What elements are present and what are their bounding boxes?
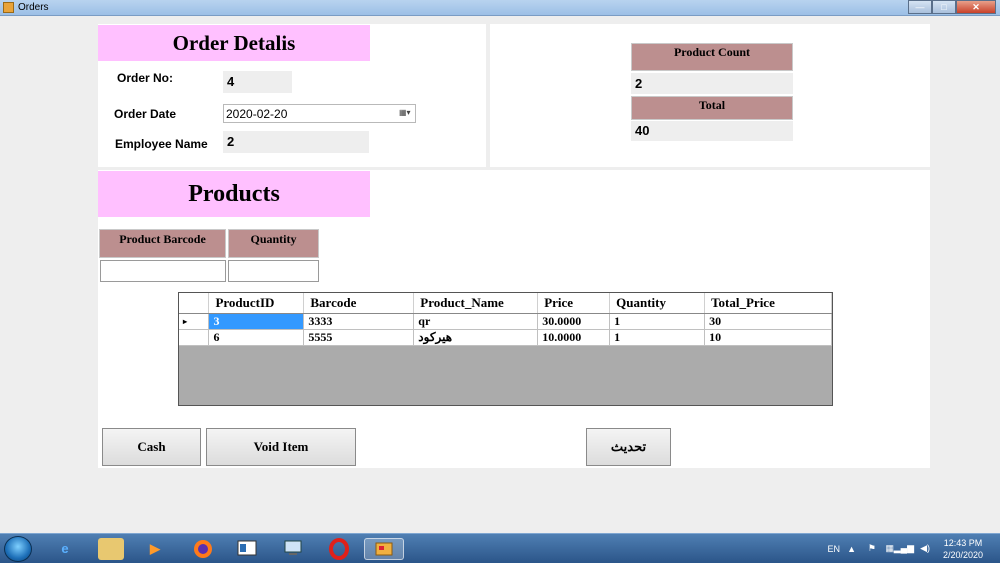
table-row[interactable]: ▸ 3 3333 qr 30.0000 1 30: [179, 313, 832, 330]
total-field[interactable]: 40: [631, 121, 793, 141]
app-window-icon[interactable]: [234, 538, 260, 560]
language-indicator[interactable]: EN: [827, 544, 840, 554]
table-cell[interactable]: 30: [704, 313, 832, 330]
table-cell[interactable]: 1: [609, 313, 706, 330]
start-orb-icon[interactable]: [4, 536, 32, 562]
table-cell[interactable]: 10: [704, 329, 832, 346]
table-cell[interactable]: 3333: [303, 313, 415, 330]
total-header: Total: [631, 96, 793, 120]
table-cell[interactable]: 10.0000: [537, 329, 611, 346]
table-cell[interactable]: 1: [609, 329, 706, 346]
table-row[interactable]: 6 5555 هيركود 10.0000 1 10: [179, 329, 832, 346]
row-header-cell[interactable]: [179, 329, 210, 346]
employee-name-label: Employee Name: [115, 137, 208, 151]
column-header-price[interactable]: Price: [537, 293, 611, 314]
grid-header-row: ProductID Barcode Product_Name Price Qua…: [179, 293, 832, 314]
opera-icon[interactable]: [326, 538, 352, 560]
order-date-picker[interactable]: 2020-02-20 ▦▾: [223, 104, 416, 123]
table-cell[interactable]: هيركود: [413, 329, 539, 346]
calendar-dropdown-icon[interactable]: ▦▾: [399, 108, 413, 119]
grid-corner-cell: [179, 293, 210, 314]
ie-icon[interactable]: e: [52, 538, 78, 560]
tray-expand-icon[interactable]: ▲: [847, 544, 856, 554]
table-cell[interactable]: 5555: [303, 329, 415, 346]
table-cell[interactable]: 3: [208, 313, 305, 330]
refresh-button[interactable]: تحديث: [586, 428, 671, 466]
product-count-field[interactable]: 2: [631, 73, 793, 94]
maximize-button[interactable]: □: [932, 0, 956, 14]
network-icon[interactable]: ▦: [885, 543, 894, 554]
order-date-label: Order Date: [114, 107, 177, 121]
void-item-button[interactable]: Void Item: [206, 428, 356, 466]
order-items-table: ProductID Barcode Product_Name Price Qua…: [179, 293, 832, 346]
employee-name-field[interactable]: 2: [223, 131, 369, 153]
table-cell[interactable]: qr: [413, 313, 539, 330]
current-row-indicator-icon[interactable]: ▸: [179, 313, 210, 330]
column-header-product-name[interactable]: Product_Name: [413, 293, 539, 314]
volume-icon[interactable]: ◀): [920, 543, 930, 554]
column-header-quantity[interactable]: Quantity: [609, 293, 706, 314]
table-cell[interactable]: 30.0000: [537, 313, 611, 330]
firefox-icon[interactable]: [190, 538, 216, 560]
product-barcode-input[interactable]: [100, 260, 226, 282]
network-app-icon[interactable]: [280, 538, 306, 560]
clock-time[interactable]: 12:43 PM: [938, 538, 988, 548]
close-button[interactable]: ✕: [956, 0, 996, 14]
file-explorer-icon[interactable]: [98, 538, 124, 560]
table-cell[interactable]: 6: [208, 329, 305, 346]
order-items-grid[interactable]: ProductID Barcode Product_Name Price Qua…: [178, 292, 833, 406]
order-date-value: 2020-02-20: [226, 107, 288, 121]
column-header-total-price[interactable]: Total_Price: [704, 293, 832, 314]
windows-taskbar: e ▶ EN ▲ ⚑ ▦ ▂▄▆ ◀) 12:43 PM 2/20/2020: [0, 533, 1000, 563]
product-count-header: Product Count: [631, 43, 793, 71]
column-header-barcode[interactable]: Barcode: [303, 293, 415, 314]
products-header: Products: [98, 171, 370, 217]
order-details-header: Order Detalis: [98, 25, 370, 61]
window-title: Orders: [18, 2, 49, 13]
order-no-field[interactable]: 4: [223, 71, 292, 93]
cash-button[interactable]: Cash: [102, 428, 201, 466]
minimize-button[interactable]: —: [908, 0, 932, 14]
window-title-bar: Orders — □ ✕: [0, 0, 1000, 16]
quantity-header: Quantity: [228, 229, 319, 258]
orders-app-icon[interactable]: [364, 538, 404, 560]
media-player-icon[interactable]: ▶: [142, 538, 168, 560]
quantity-input[interactable]: [228, 260, 319, 282]
product-barcode-header: Product Barcode: [99, 229, 226, 258]
column-header-productid[interactable]: ProductID: [208, 293, 305, 314]
action-center-icon[interactable]: ⚑: [868, 543, 876, 554]
order-no-label: Order No:: [117, 71, 174, 85]
app-icon: [3, 2, 14, 13]
clock-date[interactable]: 2/20/2020: [938, 550, 988, 560]
signal-strength-icon[interactable]: ▂▄▆: [894, 543, 914, 554]
